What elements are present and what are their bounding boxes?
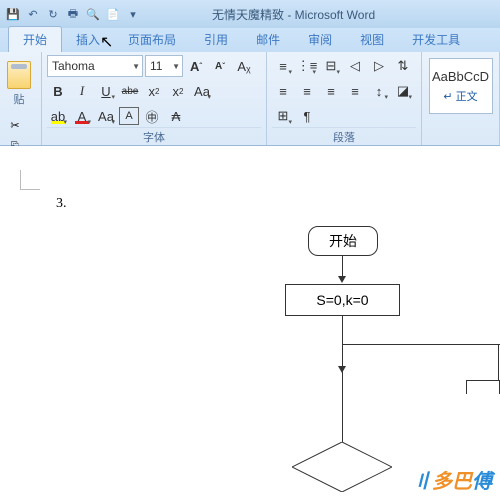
indent-inc-button[interactable]: ▷ xyxy=(368,55,390,77)
group-paragraph: ≡ ⋮≡ ⊟ ◁ ▷ ⇅ ≡ ≡ ≡ ≡ ↕ ◪ ⊞ ¶ 段落 xyxy=(267,52,422,145)
page-margin-corner xyxy=(20,170,40,190)
shrink-font-button[interactable]: Aˇ xyxy=(209,55,231,77)
tab-references[interactable]: 引用 xyxy=(190,27,242,52)
ribbon-tabs: 开始 插入 页面布局 引用 邮件 审阅 视图 开发工具 ↖ xyxy=(0,28,500,52)
font-color-button[interactable]: A xyxy=(71,105,93,127)
multilevel-button[interactable]: ⊟ xyxy=(320,55,342,77)
new-doc-icon[interactable]: 📄 xyxy=(104,5,122,23)
group-clipboard: 贴 ✂ ⎘ 🖌 贴板 xyxy=(0,52,42,145)
ribbon: 贴 ✂ ⎘ 🖌 贴板 Tahoma▼ 11▼ Aˆ Aˇ Aᵪ B I U ab xyxy=(0,52,500,146)
align-right-button[interactable]: ≡ xyxy=(320,80,342,102)
tab-devtools[interactable]: 开发工具 xyxy=(398,27,474,52)
tab-insert[interactable]: 插入 xyxy=(62,27,114,52)
flow-box[interactable] xyxy=(466,380,500,394)
bullets-button[interactable]: ≡ xyxy=(272,55,294,77)
tab-view[interactable]: 视图 xyxy=(346,27,398,52)
highlight-button[interactable]: ab xyxy=(47,105,69,127)
arrow-down-icon xyxy=(338,276,346,283)
print-icon[interactable]: 🖶 xyxy=(64,5,82,23)
shading-button[interactable]: ◪ xyxy=(392,80,414,102)
style-sample: AaBbCcD xyxy=(432,69,489,84)
bold-button[interactable]: B xyxy=(47,80,69,102)
text-effect-button[interactable]: Aa xyxy=(95,105,117,127)
watermark-b: 多巴 xyxy=(432,471,472,493)
flow-conn xyxy=(342,256,343,278)
superscript-button[interactable]: x2 xyxy=(167,80,189,102)
group-styles: AaBbCcD ↵ 正文 xyxy=(422,52,500,145)
preview-icon[interactable]: 🔍 xyxy=(84,5,102,23)
subscript-button[interactable]: x2 xyxy=(143,80,165,102)
style-label: ↵ 正文 xyxy=(443,88,477,104)
line-spacing-button[interactable]: ↕ xyxy=(368,80,390,102)
circled-char-button[interactable]: ㊥ xyxy=(141,105,163,127)
tab-mail[interactable]: 邮件 xyxy=(242,27,294,52)
tab-layout[interactable]: 页面布局 xyxy=(114,27,190,52)
clear-format-button[interactable]: Aᵪ xyxy=(233,55,255,77)
undo-icon[interactable]: ↶ xyxy=(24,5,42,23)
watermark-a: 〢 xyxy=(412,471,432,493)
underline-button[interactable]: U xyxy=(95,80,117,102)
flow-conn xyxy=(342,344,500,345)
grow-font-button[interactable]: Aˆ xyxy=(185,55,207,77)
flow-start[interactable]: 开始 xyxy=(308,226,378,256)
char-border-button[interactable]: A xyxy=(119,107,139,125)
change-case-button[interactable]: Aa xyxy=(191,80,213,102)
tab-home[interactable]: 开始 xyxy=(8,26,62,52)
watermark: 〢多巴傅 xyxy=(412,465,492,494)
align-center-button[interactable]: ≡ xyxy=(296,80,318,102)
document-area[interactable]: 3. 开始 S=0,k=0 〢多巴傅 xyxy=(0,146,500,500)
paste-button[interactable]: 贴 xyxy=(5,55,33,113)
strike-button[interactable]: abe xyxy=(119,80,141,102)
italic-button[interactable]: I xyxy=(71,80,93,102)
qat-dropdown-icon[interactable]: ▾ xyxy=(124,5,142,23)
group-label-font: 字体 xyxy=(47,127,261,147)
window-title: 无情天魔精致 - Microsoft Word xyxy=(212,6,375,23)
show-marks-button[interactable]: ¶ xyxy=(296,105,318,127)
group-label-paragraph: 段落 xyxy=(272,127,416,147)
font-size-combo[interactable]: 11▼ xyxy=(145,55,183,77)
kerning-button[interactable]: ₳ xyxy=(165,105,187,127)
flow-conn xyxy=(342,372,343,442)
paste-label: 贴 xyxy=(14,91,25,107)
flow-conn xyxy=(498,344,499,380)
borders-button[interactable]: ⊞ xyxy=(272,105,294,127)
numbering-button[interactable]: ⋮≡ xyxy=(296,55,318,77)
align-left-button[interactable]: ≡ xyxy=(272,80,294,102)
justify-button[interactable]: ≡ xyxy=(344,80,366,102)
sort-button[interactable]: ⇅ xyxy=(392,55,414,77)
font-name-combo[interactable]: Tahoma▼ xyxy=(47,55,143,77)
save-icon[interactable]: 💾 xyxy=(4,5,22,23)
style-preview-normal[interactable]: AaBbCcD ↵ 正文 xyxy=(429,58,493,114)
titlebar: 💾 ↶ ↻ 🖶 🔍 📄 ▾ 无情天魔精致 - Microsoft Word xyxy=(0,0,500,28)
paste-icon xyxy=(7,61,31,89)
group-font: Tahoma▼ 11▼ Aˆ Aˇ Aᵪ B I U abe x2 x2 Aa … xyxy=(42,52,267,145)
indent-dec-button[interactable]: ◁ xyxy=(344,55,366,77)
tab-review[interactable]: 审阅 xyxy=(294,27,346,52)
flow-decision[interactable] xyxy=(292,442,392,492)
cut-button[interactable]: ✂ xyxy=(5,115,25,135)
quick-access-toolbar: 💾 ↶ ↻ 🖶 🔍 📄 ▾ xyxy=(4,5,142,23)
redo-icon[interactable]: ↻ xyxy=(44,5,62,23)
flow-init[interactable]: S=0,k=0 xyxy=(285,284,400,316)
page-number: 3. xyxy=(56,196,67,212)
